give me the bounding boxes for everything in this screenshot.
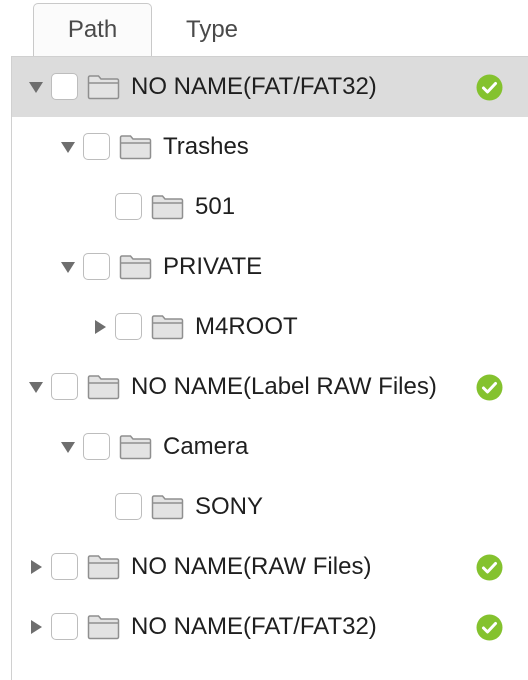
tab-type[interactable]: Type [152, 3, 272, 56]
check-circle-icon [476, 614, 503, 641]
folder-icon [119, 254, 152, 280]
tree-row-volume[interactable]: NO NAME(FAT/FAT32) [12, 597, 528, 657]
tree-row-label: NO NAME(FAT/FAT32) [131, 613, 377, 640]
tree-row-label: NO NAME(RAW Files) [131, 553, 372, 580]
triangle-right-icon[interactable] [92, 319, 108, 335]
tree-row-label: SONY [195, 493, 264, 520]
tab-bar: Path Type [0, 0, 528, 56]
triangle-right-icon[interactable] [28, 559, 44, 575]
tree-row-label: Camera [163, 433, 249, 460]
checkbox[interactable] [51, 373, 78, 400]
tree-row-label: 501 [195, 193, 236, 220]
tree-panel: NO NAME(FAT/FAT32) Trashes 501 PRIVATE M… [11, 56, 528, 680]
folder-icon [119, 434, 152, 460]
triangle-down-icon[interactable] [60, 439, 76, 455]
tree-row-folder[interactable]: M4ROOT [12, 297, 528, 357]
tree-row-volume[interactable]: NO NAME(FAT/FAT32) [12, 57, 528, 117]
tree-row-folder[interactable]: Trashes [12, 117, 528, 177]
checkbox[interactable] [51, 73, 78, 100]
folder-icon [119, 134, 152, 160]
triangle-down-icon[interactable] [28, 379, 44, 395]
check-circle-icon [476, 74, 503, 101]
triangle-down-icon[interactable] [60, 139, 76, 155]
checkbox[interactable] [83, 253, 110, 280]
tree-row-volume[interactable]: NO NAME(Label RAW Files) [12, 357, 528, 417]
checkbox[interactable] [83, 433, 110, 460]
triangle-down-icon[interactable] [28, 79, 44, 95]
tree-row-folder[interactable]: Camera [12, 417, 528, 477]
checkbox[interactable] [51, 613, 78, 640]
folder-icon [87, 554, 120, 580]
tree-row-folder[interactable]: SONY [12, 477, 528, 537]
check-circle-icon [476, 554, 503, 581]
folder-icon [87, 374, 120, 400]
checkbox[interactable] [51, 553, 78, 580]
folder-icon [151, 494, 184, 520]
folder-icon [151, 194, 184, 220]
tree-row-label: PRIVATE [163, 253, 263, 280]
tree-row-label: Trashes [163, 133, 249, 160]
tree-row-label: M4ROOT [195, 313, 298, 340]
tree-row-label: NO NAME(Label RAW Files) [131, 373, 437, 400]
folder-icon [87, 74, 120, 100]
tree-row-folder[interactable]: PRIVATE [12, 237, 528, 297]
folder-icon [151, 314, 184, 340]
triangle-down-icon[interactable] [60, 259, 76, 275]
folder-icon [87, 614, 120, 640]
tree-row-label: NO NAME(FAT/FAT32) [131, 73, 377, 100]
triangle-right-icon[interactable] [28, 619, 44, 635]
checkbox[interactable] [83, 133, 110, 160]
tab-path[interactable]: Path [33, 3, 152, 56]
check-circle-icon [476, 374, 503, 401]
tree-row-volume[interactable]: NO NAME(RAW Files) [12, 537, 528, 597]
tree-row-folder[interactable]: 501 [12, 177, 528, 237]
checkbox[interactable] [115, 313, 142, 340]
checkbox[interactable] [115, 193, 142, 220]
checkbox[interactable] [115, 493, 142, 520]
